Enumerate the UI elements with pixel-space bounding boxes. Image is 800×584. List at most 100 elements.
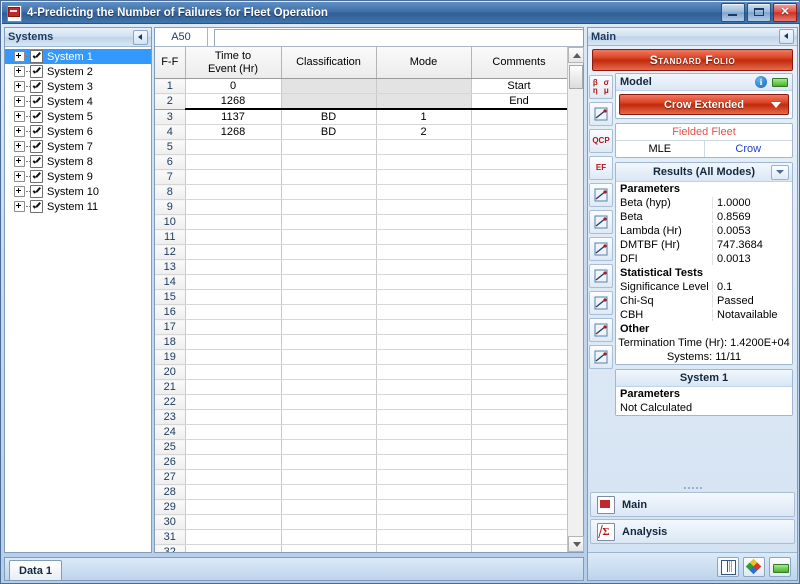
row-number[interactable]: 16 (155, 304, 186, 320)
maximize-button[interactable] (747, 3, 771, 22)
table-row[interactable]: 15 (155, 289, 568, 305)
cell-classification[interactable] (281, 259, 377, 275)
expand-icon[interactable] (14, 126, 25, 137)
row-number[interactable]: 11 (155, 229, 186, 245)
cell-mode[interactable] (376, 244, 472, 260)
green-status-icon[interactable] (772, 77, 788, 87)
cell-classification[interactable] (281, 439, 377, 455)
row-number[interactable]: 26 (155, 454, 186, 470)
view-data-icon[interactable] (589, 210, 613, 234)
cell-classification[interactable] (281, 304, 377, 320)
cell-mode[interactable] (376, 334, 472, 350)
cell-mode[interactable] (376, 544, 472, 552)
table-row[interactable]: 23 (155, 409, 568, 425)
column-header-3[interactable]: Mode (376, 47, 472, 79)
cell-mode[interactable]: 2 (376, 124, 472, 140)
cell-classification[interactable] (281, 244, 377, 260)
cell-comments[interactable] (471, 409, 568, 425)
plot-icon[interactable] (589, 102, 613, 126)
cell-comments[interactable] (471, 514, 568, 530)
splitter-grip[interactable] (588, 484, 797, 492)
cell-mode[interactable] (376, 409, 472, 425)
cell-mode[interactable] (376, 439, 472, 455)
table-row[interactable]: 29 (155, 499, 568, 515)
column-header-1[interactable]: Time to Event (Hr) (185, 47, 282, 79)
table-row[interactable]: 32 (155, 544, 568, 552)
row-number[interactable]: 8 (155, 184, 186, 200)
cell-time[interactable] (185, 379, 282, 395)
system-checkbox[interactable] (30, 200, 43, 213)
table-row[interactable]: 26 (155, 454, 568, 470)
cell-time[interactable] (185, 424, 282, 440)
cell-classification[interactable] (281, 379, 377, 395)
cell-time[interactable] (185, 364, 282, 380)
cell-time[interactable] (185, 544, 282, 552)
cell-time[interactable] (185, 454, 282, 470)
cell-mode[interactable] (376, 199, 472, 215)
system-checkbox[interactable] (30, 50, 43, 63)
expand-icon[interactable] (14, 171, 25, 182)
info-icon[interactable]: i (755, 76, 767, 88)
cell-classification[interactable] (281, 484, 377, 500)
cell-time[interactable] (185, 349, 282, 365)
cell-time[interactable] (185, 484, 282, 500)
cell-time[interactable]: 1268 (185, 124, 282, 140)
close-button[interactable]: ✕ (773, 3, 797, 22)
model-dropdown-button[interactable]: Crow Extended (619, 94, 789, 115)
row-number[interactable]: 32 (155, 544, 186, 552)
sidebar-item-system-2[interactable]: System 2 (5, 64, 151, 79)
cell-classification[interactable] (281, 424, 377, 440)
row-number[interactable]: 28 (155, 484, 186, 500)
cell-mode[interactable] (376, 154, 472, 170)
cell-time[interactable] (185, 139, 282, 155)
cell-classification[interactable]: BD (281, 109, 377, 125)
table-row[interactable]: 5 (155, 139, 568, 155)
row-number[interactable]: 31 (155, 529, 186, 545)
row-number[interactable]: 30 (155, 514, 186, 530)
cell-time[interactable] (185, 334, 282, 350)
cell-time[interactable] (185, 199, 282, 215)
cell-classification[interactable] (281, 334, 377, 350)
cell-time[interactable] (185, 529, 282, 545)
cell-comments[interactable] (471, 349, 568, 365)
cell-time[interactable] (185, 184, 282, 200)
system-checkbox[interactable] (30, 80, 43, 93)
cell-classification[interactable] (281, 93, 377, 110)
cell-classification[interactable] (281, 169, 377, 185)
sidebar-item-system-11[interactable]: System 11 (5, 199, 151, 214)
row-number[interactable]: 15 (155, 289, 186, 305)
table-row[interactable]: 7 (155, 169, 568, 185)
table-row[interactable]: 20 (155, 364, 568, 380)
cell-mode[interactable] (376, 184, 472, 200)
cell-time[interactable]: 1268 (185, 93, 282, 110)
cell-comments[interactable] (471, 199, 568, 215)
cell-comments[interactable] (471, 169, 568, 185)
sidebar-item-system-7[interactable]: System 7 (5, 139, 151, 154)
table-row[interactable]: 6 (155, 154, 568, 170)
table-row[interactable]: 9 (155, 199, 568, 215)
table-row[interactable]: 2 1268 End (155, 93, 568, 110)
convert-units-icon[interactable] (589, 183, 613, 207)
cell-mode[interactable] (376, 169, 472, 185)
row-number[interactable]: 9 (155, 199, 186, 215)
cell-mode[interactable] (376, 514, 472, 530)
cell-mode[interactable] (376, 274, 472, 290)
cell-comments[interactable] (471, 394, 568, 410)
collapse-right-icon[interactable] (779, 29, 794, 44)
cell-mode[interactable] (376, 229, 472, 245)
cell-mode[interactable] (376, 319, 472, 335)
cell-reference[interactable]: A50 (155, 28, 208, 46)
cell-time[interactable] (185, 304, 282, 320)
data-type-row[interactable]: Fielded Fleet (616, 124, 792, 141)
cell-time[interactable]: 1137 (185, 109, 282, 125)
row-number[interactable]: 1 (155, 78, 186, 94)
table-row[interactable]: 3 1137 BD 1 (155, 109, 568, 125)
row-number[interactable]: 3 (155, 109, 186, 125)
cell-time[interactable] (185, 169, 282, 185)
cell-time[interactable] (185, 409, 282, 425)
cell-comments[interactable] (471, 124, 568, 140)
cell-comments[interactable] (471, 244, 568, 260)
cell-mode[interactable] (376, 139, 472, 155)
cell-comments[interactable] (471, 364, 568, 380)
cell-comments[interactable] (471, 469, 568, 485)
